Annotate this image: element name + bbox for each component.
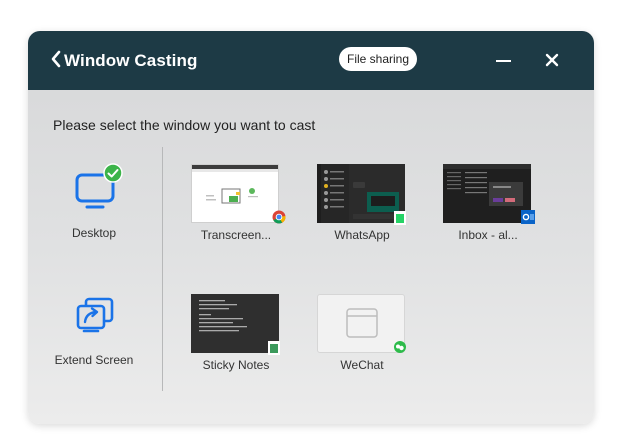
minimize-icon [496,60,511,62]
extend-screen-icon [76,297,114,333]
mode-desktop[interactable]: Desktop [44,161,144,243]
window-label: Transcreen... [200,228,272,242]
file-sharing-button[interactable]: File sharing [339,47,417,71]
minimize-button[interactable] [494,51,514,71]
mode-label: Desktop [71,226,117,240]
wechat-icon [394,341,406,353]
close-icon [545,53,559,67]
window-label: WeChat [340,358,384,372]
window-thumbnail [443,164,531,223]
chrome-icon [272,210,286,224]
title-bar: Window Casting File sharing [28,31,594,90]
selected-check-icon [103,163,123,183]
divider [162,147,163,391]
window-thumbnail [191,294,279,353]
sticky-notes-icon [268,341,280,355]
window-thumbnail [317,164,405,223]
instruction-text: Please select the window you want to cas… [53,117,316,133]
chevron-left-icon [51,50,61,68]
whatsapp-icon [394,211,406,225]
mode-extend-screen[interactable]: Extend Screen [44,289,144,371]
window-thumbnail [191,164,279,223]
window-label: Inbox - al... [458,228,518,242]
mode-label: Extend Screen [54,353,134,367]
window-label: Sticky Notes [202,358,270,372]
dialog-title: Window Casting [64,51,198,70]
window-casting-dialog: Window Casting File sharing Please selec… [28,31,594,424]
window-label: WhatsApp [334,228,390,242]
window-thumbnail [317,294,405,353]
outlook-icon [521,210,535,224]
close-button[interactable] [542,50,562,70]
